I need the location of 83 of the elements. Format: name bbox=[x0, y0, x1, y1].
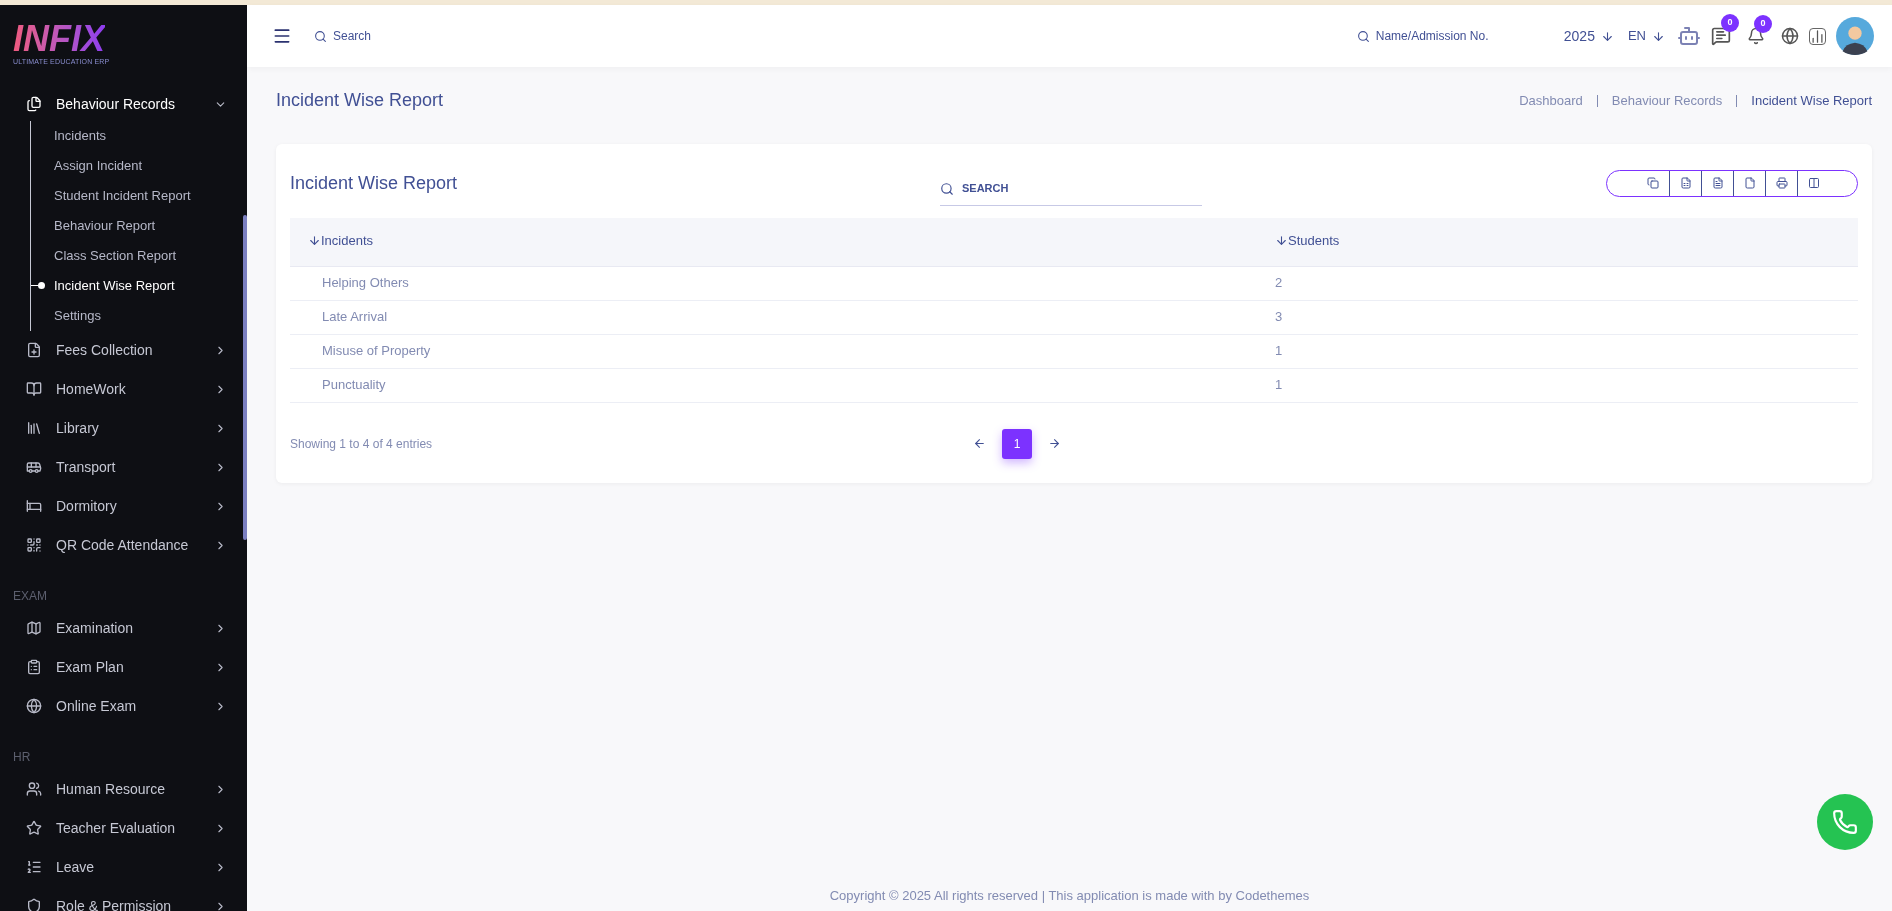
table-cell: Misuse of Property bbox=[322, 343, 431, 359]
language-dropdown[interactable]: EN bbox=[1627, 26, 1665, 46]
column-header[interactable]: Students bbox=[1275, 230, 1340, 251]
sidebar-item[interactable]: Role & Permission bbox=[0, 886, 247, 911]
sidebar-item[interactable]: Examination bbox=[0, 608, 247, 648]
submenu-item[interactable]: Incident Wise Report bbox=[54, 275, 175, 296]
previous-page-icon[interactable] bbox=[973, 437, 986, 450]
submenu-item[interactable]: Assign Incident bbox=[54, 155, 143, 176]
submenu-item[interactable]: Behaviour Report bbox=[54, 215, 156, 236]
table-cell: 1 bbox=[1275, 377, 1283, 393]
shield-icon bbox=[26, 898, 42, 911]
column-header[interactable]: Incidents bbox=[308, 230, 374, 251]
sidebar-item[interactable]: Dormitory bbox=[0, 486, 247, 526]
sidebar-item[interactable]: Online Exam bbox=[0, 686, 247, 726]
year-dropdown[interactable]: 2025 bbox=[1563, 25, 1614, 47]
sidebar-item[interactable]: Exam Plan bbox=[0, 647, 247, 687]
files-icon bbox=[26, 96, 42, 112]
phone-icon bbox=[1832, 808, 1858, 835]
message-count-badge: 0 bbox=[1721, 14, 1739, 32]
sidebar-item[interactable]: QR Code Attendance bbox=[0, 525, 247, 565]
table-cell: 3 bbox=[1275, 309, 1283, 325]
map-icon bbox=[26, 620, 42, 636]
page-button[interactable]: 1 bbox=[1002, 428, 1032, 459]
arrow-down-icon bbox=[1652, 29, 1665, 43]
copy-icon bbox=[1647, 177, 1659, 189]
globe-icon[interactable] bbox=[1781, 27, 1799, 45]
notification-count-badge: 0 bbox=[1754, 15, 1772, 33]
section-heading: EXAM bbox=[12, 587, 47, 605]
bus-icon bbox=[26, 459, 42, 475]
search-icon bbox=[1356, 29, 1370, 43]
avatar-icon[interactable] bbox=[1836, 17, 1874, 55]
submenu-item[interactable]: Settings bbox=[54, 305, 101, 326]
search-icon bbox=[940, 181, 954, 196]
table-cell: Punctuality bbox=[322, 377, 386, 393]
menu-icon[interactable] bbox=[272, 26, 292, 46]
list-icon bbox=[26, 859, 42, 875]
bed-icon bbox=[26, 498, 42, 514]
table-search-field[interactable]: SEARCH bbox=[962, 180, 1202, 197]
print-icon bbox=[1775, 177, 1788, 189]
sidebar-item[interactable]: Human Resource bbox=[0, 769, 247, 809]
file-icon bbox=[1743, 177, 1756, 189]
student-search-field[interactable]: Name/Admission No. bbox=[1375, 27, 1526, 45]
table-cell: 2 bbox=[1275, 275, 1283, 291]
chart-icon[interactable] bbox=[1809, 27, 1826, 45]
robot-icon[interactable] bbox=[1677, 24, 1701, 48]
chat-icon[interactable] bbox=[1711, 26, 1731, 46]
document-icon bbox=[1711, 177, 1724, 189]
arrow-down-icon bbox=[1600, 29, 1614, 43]
sidebar-item[interactable]: Teacher Evaluation bbox=[0, 808, 247, 848]
entries-info: Showing 1 to 4 of 4 entries bbox=[290, 435, 434, 453]
star-icon bbox=[26, 820, 42, 836]
search-icon bbox=[314, 29, 327, 43]
footer-copyright: Copyright © 2025 All rights reserved | This application is made with by Codethemes bbox=[829, 886, 1310, 905]
scrollbar[interactable] bbox=[243, 215, 247, 540]
sort-icon bbox=[1275, 234, 1288, 248]
page-title: Incident Wise Report bbox=[276, 89, 444, 112]
bell-icon[interactable] bbox=[1747, 27, 1765, 45]
qr-code-icon bbox=[26, 537, 42, 553]
sidebar-item[interactable]: Transport bbox=[0, 447, 247, 487]
search-field[interactable]: Search bbox=[333, 27, 453, 45]
book-icon bbox=[26, 381, 42, 397]
sidebar-item[interactable]: HomeWork bbox=[0, 369, 247, 409]
table-cell: Late Arrival bbox=[322, 309, 388, 325]
sidebar-item[interactable]: Fees Collection bbox=[0, 330, 247, 370]
breadcrumb-link[interactable]: Incident Wise Report bbox=[1751, 90, 1872, 111]
clipboard-icon bbox=[26, 659, 42, 675]
submenu-item[interactable]: Class Section Report bbox=[54, 245, 177, 266]
submenu-item[interactable]: Student Incident Report bbox=[54, 185, 191, 206]
globe-icon bbox=[26, 698, 42, 714]
columns-icon bbox=[1807, 177, 1820, 189]
sidebar-item[interactable]: Behaviour Records bbox=[0, 84, 247, 124]
library-icon bbox=[26, 420, 42, 436]
sidebar-item[interactable]: Leave bbox=[0, 847, 247, 887]
spreadsheet-icon bbox=[1679, 177, 1692, 189]
next-page-icon[interactable] bbox=[1048, 437, 1061, 450]
sidebar-item[interactable]: Library bbox=[0, 408, 247, 448]
card-title: Incident Wise Report bbox=[290, 171, 459, 195]
submenu-item[interactable]: Incidents bbox=[54, 125, 107, 146]
table-cell: 1 bbox=[1275, 343, 1283, 359]
sort-icon bbox=[308, 234, 321, 248]
section-heading: HR bbox=[12, 748, 31, 766]
table-cell: Helping Others bbox=[322, 275, 409, 291]
users-icon bbox=[26, 781, 42, 797]
